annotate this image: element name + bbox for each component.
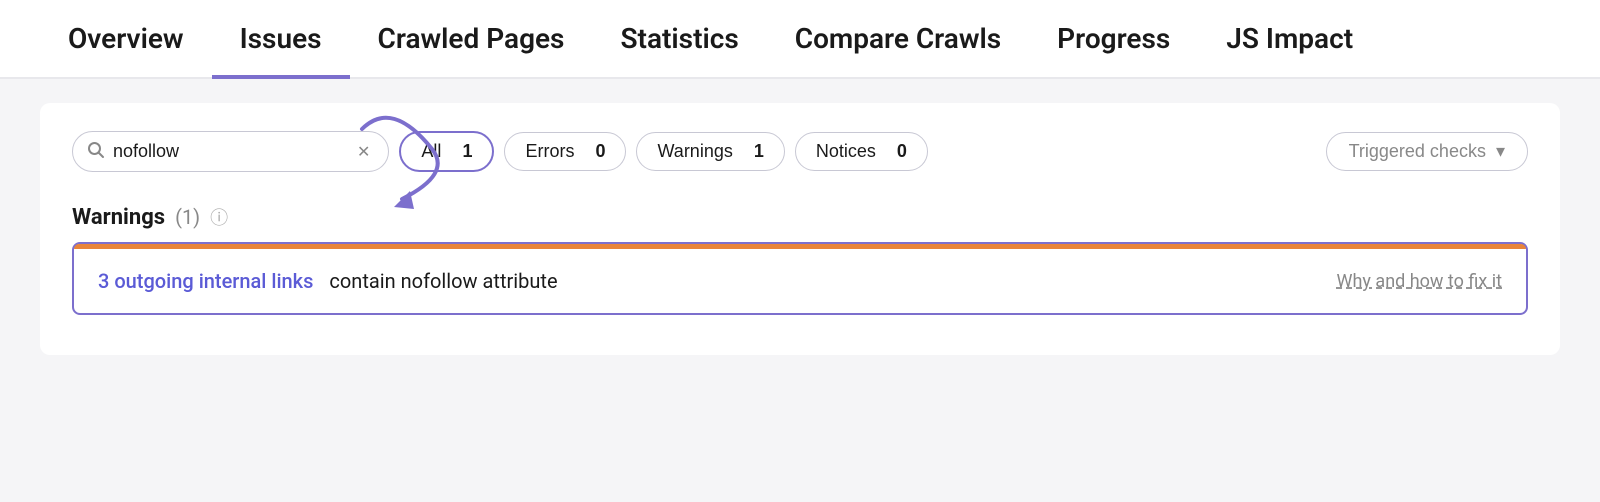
filter-bar: ✕ All 1 Errors 0 Warnings 1 Notices 0 Tr…	[72, 131, 1528, 172]
top-navigation: Overview Issues Crawled Pages Statistics…	[0, 0, 1600, 79]
nav-item-issues[interactable]: Issues	[212, 0, 350, 79]
filter-errors-label: Errors	[525, 141, 574, 162]
filter-all-label: All	[421, 141, 441, 162]
filter-errors-button[interactable]: Errors 0	[504, 132, 626, 171]
nav-item-progress[interactable]: Progress	[1029, 0, 1198, 79]
search-icon	[87, 141, 105, 163]
filter-notices-label: Notices	[816, 141, 876, 162]
nav-item-js-impact[interactable]: JS Impact	[1198, 0, 1381, 79]
nav-item-statistics[interactable]: Statistics	[592, 0, 766, 79]
filter-all-button[interactable]: All 1	[399, 131, 494, 172]
triggered-checks-label: Triggered checks	[1349, 141, 1486, 162]
section-count: (1)	[175, 205, 200, 229]
chevron-down-icon: ▾	[1496, 141, 1505, 162]
filter-errors-count: 0	[595, 141, 605, 162]
section-title: Warnings	[72, 205, 165, 230]
filter-all-count: 1	[462, 141, 472, 162]
filter-notices-button[interactable]: Notices 0	[795, 132, 928, 171]
main-content: ✕ All 1 Errors 0 Warnings 1 Notices 0 Tr…	[40, 103, 1560, 355]
issue-link[interactable]: 3 outgoing internal links	[98, 269, 313, 293]
triggered-checks-button[interactable]: Triggered checks ▾	[1326, 132, 1528, 171]
warnings-section: Warnings (1) ⓘ 3 outgoing internal links…	[72, 204, 1528, 315]
nav-item-compare-crawls[interactable]: Compare Crawls	[767, 0, 1029, 79]
nav-item-overview[interactable]: Overview	[40, 0, 212, 79]
search-clear-button[interactable]: ✕	[353, 140, 374, 163]
filter-warnings-label: Warnings	[657, 141, 732, 162]
info-icon[interactable]: ⓘ	[210, 204, 228, 230]
section-header: Warnings (1) ⓘ	[72, 204, 1528, 230]
filter-warnings-button[interactable]: Warnings 1	[636, 132, 784, 171]
issue-row-wrapper: 3 outgoing internal links contain nofoll…	[72, 242, 1528, 315]
nav-item-crawled-pages[interactable]: Crawled Pages	[350, 0, 593, 79]
filter-notices-count: 0	[897, 141, 907, 162]
issue-row: 3 outgoing internal links contain nofoll…	[74, 249, 1526, 313]
fix-link[interactable]: Why and how to fix it	[1337, 271, 1502, 292]
issue-text: contain nofollow attribute	[329, 269, 557, 293]
search-box: ✕	[72, 131, 389, 172]
search-input[interactable]	[113, 141, 345, 162]
filter-warnings-count: 1	[754, 141, 764, 162]
